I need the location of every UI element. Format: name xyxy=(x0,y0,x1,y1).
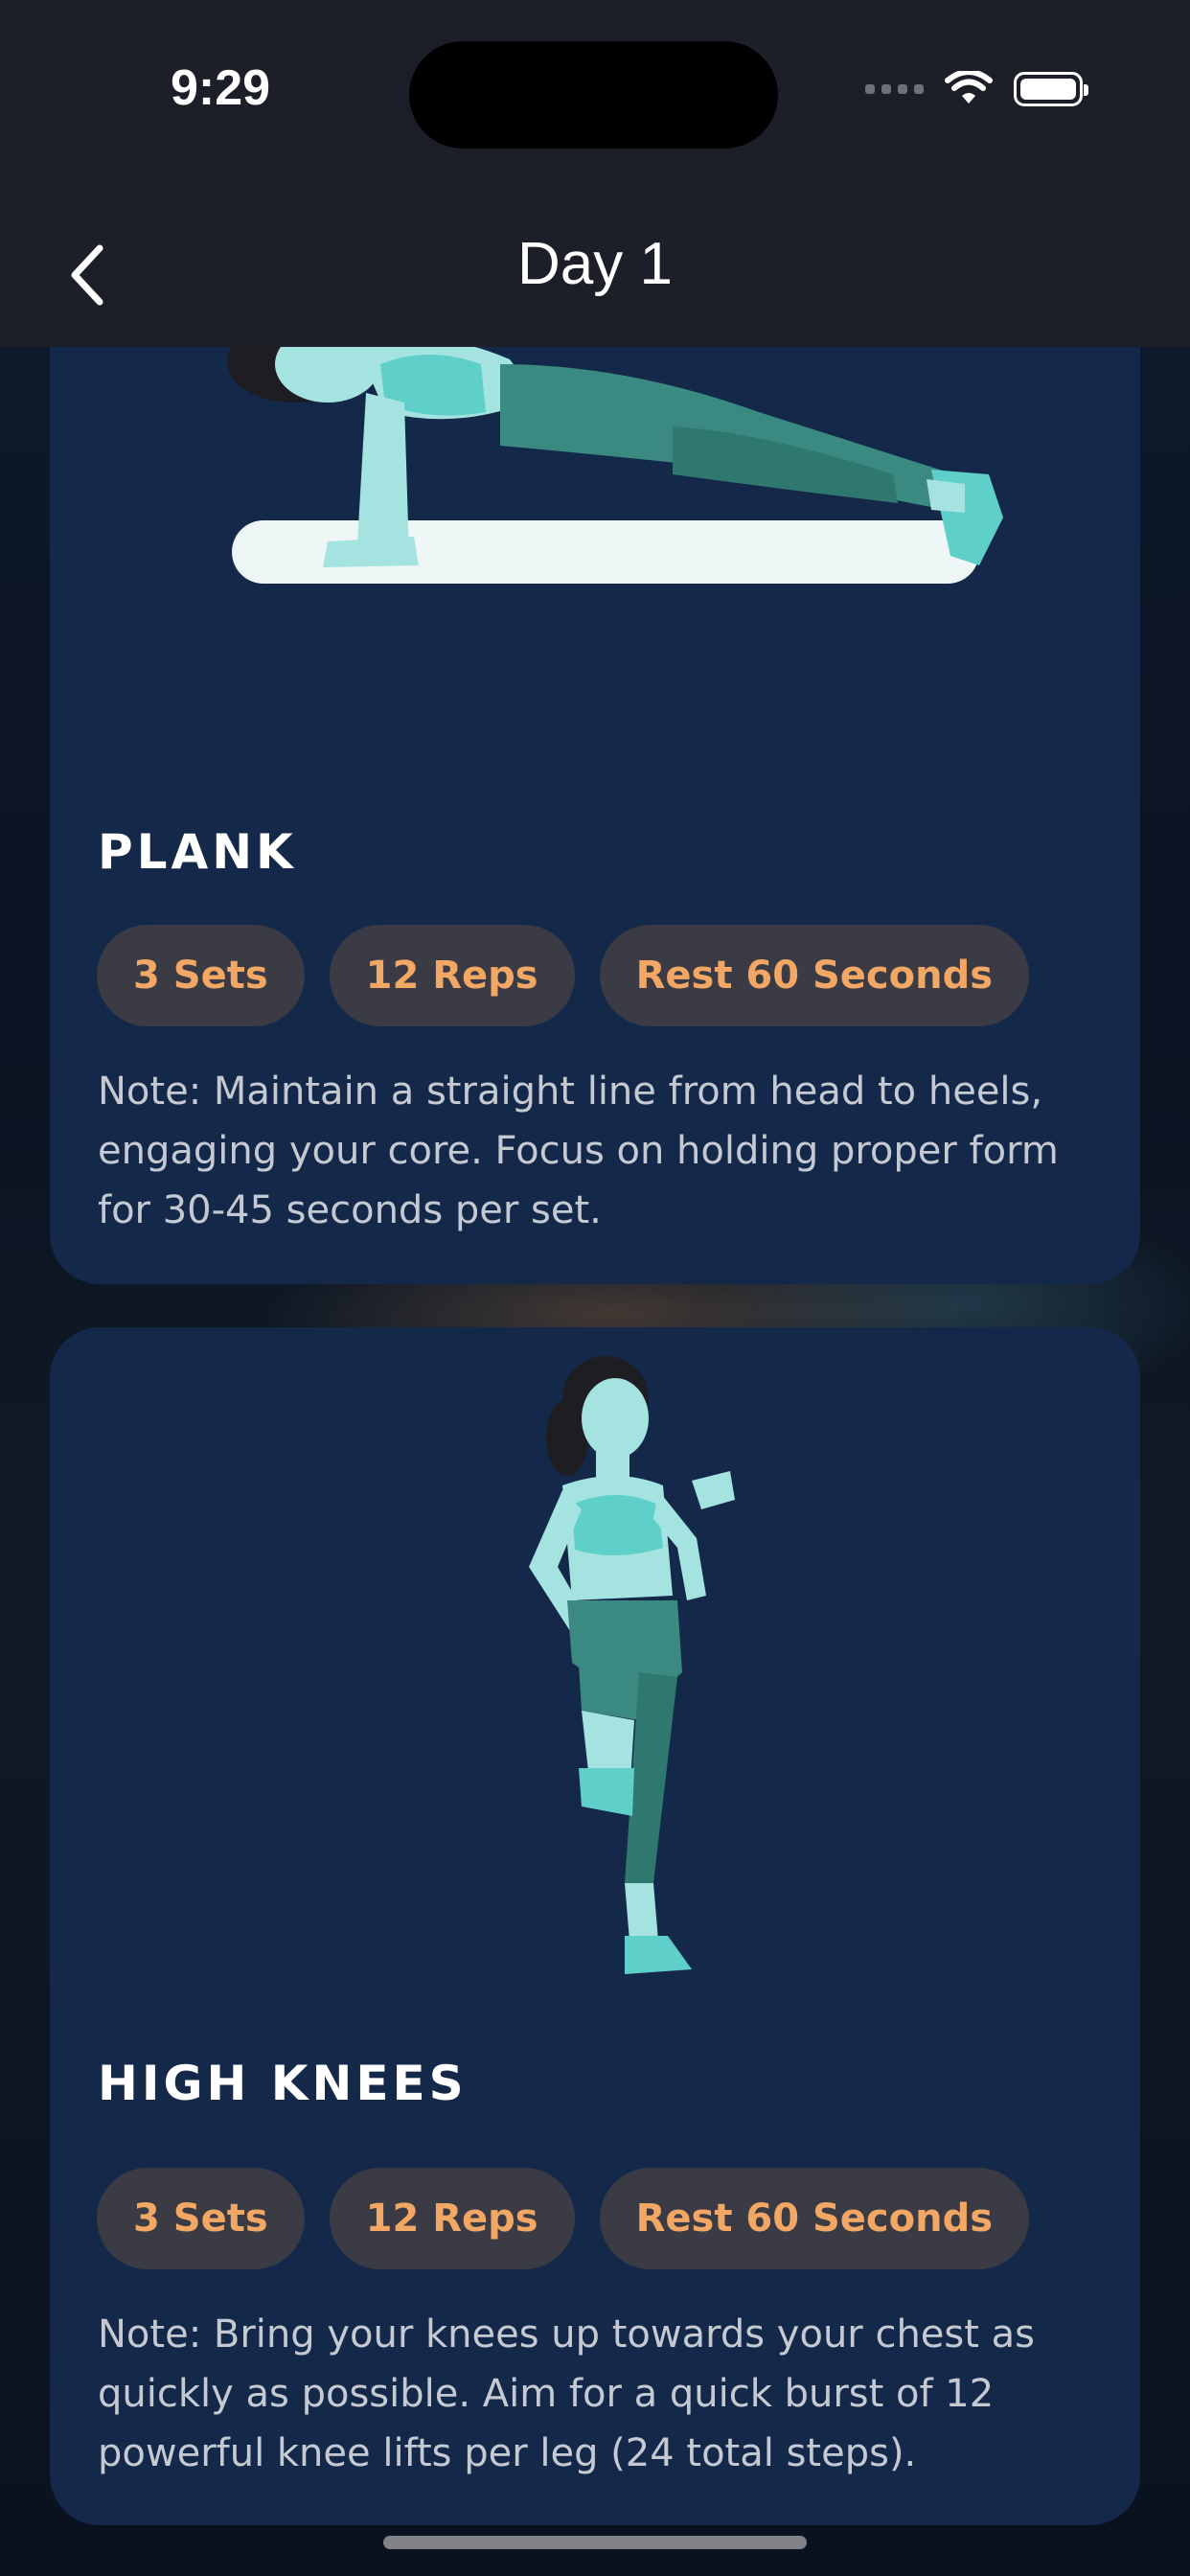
exercise-note: Note: Maintain a straight line from head… xyxy=(98,1070,1059,1232)
page-title: Day 1 xyxy=(517,231,673,297)
rest-chip: Rest 60 Seconds xyxy=(599,2168,1030,2269)
reps-chip: 12 Reps xyxy=(329,2168,575,2269)
exercise-chips: 3 Sets 12 Reps Rest 60 Seconds xyxy=(97,925,1030,1026)
exercise-name: HIGH KNEES xyxy=(98,2056,468,2111)
reps-chip: 12 Reps xyxy=(329,925,575,1026)
battery-icon xyxy=(1014,72,1088,106)
high-knees-illustration xyxy=(529,1356,735,1974)
exercise-chips: 3 Sets 12 Reps Rest 60 Seconds xyxy=(97,2168,1030,2269)
status-icons xyxy=(865,71,1088,107)
sets-chip: 3 Sets xyxy=(97,925,305,1026)
sets-chip: 3 Sets xyxy=(97,2168,305,2269)
status-time: 9:29 xyxy=(170,60,271,116)
rest-chip: Rest 60 Seconds xyxy=(599,925,1030,1026)
exercise-card-high-knees[interactable]: HIGH KNEES 3 Sets 12 Reps Rest 60 Second… xyxy=(50,1327,1140,2525)
exercise-name: PLANK xyxy=(98,824,297,880)
exercise-note: Note: Bring your knees up towards your c… xyxy=(98,2312,1036,2475)
navigation-bar: Day 1 xyxy=(0,201,1190,347)
exercise-card-plank[interactable]: PLANK 3 Sets 12 Reps Rest 60 Seconds Not… xyxy=(50,288,1140,1284)
dynamic-island xyxy=(409,41,778,149)
signal-icon xyxy=(865,84,924,94)
home-indicator[interactable] xyxy=(383,2536,807,2549)
status-bar: 9:29 xyxy=(0,0,1190,201)
wifi-icon xyxy=(945,71,993,104)
